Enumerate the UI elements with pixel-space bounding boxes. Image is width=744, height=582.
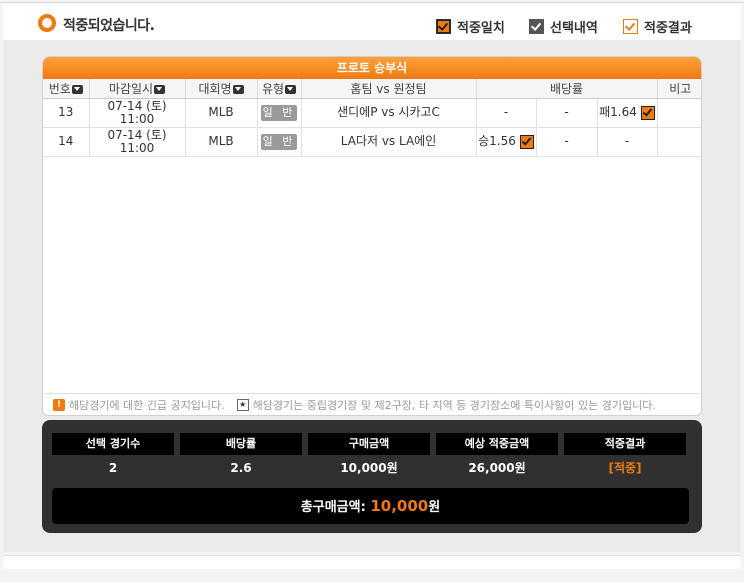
type-badge: 일 반	[261, 133, 297, 150]
summary-expected: 예상 적중금액 26,000원	[436, 433, 558, 481]
table-header-row: 번호 마감일시 대회명 유형 홈팀 vs 원정팀 배당률 비고	[43, 79, 701, 99]
row-type: 일 반	[257, 127, 302, 157]
result-checkbox-icon	[623, 19, 638, 34]
star-icon: ★	[236, 398, 249, 411]
legend-match-label: 적중일치	[457, 21, 505, 36]
legend-result-label: 적중결과	[644, 21, 692, 36]
selected-check-icon	[640, 105, 655, 120]
row-league: MLB	[185, 127, 258, 157]
betting-panel: 프로토 승부식 번호 마감일시 대회명 유형 홈팀 vs 원정팀 배당률 비고 …	[42, 56, 702, 416]
summary-purchase: 구매금액 10,000원	[308, 433, 430, 481]
result-message: 적중되었습니다.	[63, 18, 155, 34]
summary-odds: 배당률 2.6	[180, 433, 302, 481]
table-row: 14 07-14 (토) 11:00 MLB 일 반 LA다저 vs LA에인 승…	[43, 127, 701, 157]
total-label: 총구매금액:	[300, 500, 371, 515]
row-no: 13	[43, 98, 90, 128]
row-league: MLB	[185, 98, 258, 128]
top-divider	[0, 2, 744, 3]
row-teams: 샌디에P vs 시카고C	[301, 98, 477, 128]
legend-selected: 선택내역	[529, 17, 598, 36]
alert-icon: !	[53, 398, 65, 411]
total-purchase: 총구매금액: 10,000원	[52, 488, 689, 524]
row-odd-draw: -	[536, 127, 598, 157]
row-note	[657, 98, 701, 128]
row-deadline: 07-14 (토) 11:00	[89, 98, 186, 128]
panel-title: 프로토 승부식	[43, 57, 701, 79]
notice-bar: ! 해당경기에 대한 긴급 공지입니다. ★ 해당경기는 중립경기장 및 제2구…	[43, 393, 701, 415]
row-odd-win: -	[476, 98, 537, 128]
row-type: 일 반	[257, 98, 302, 128]
row-odd-lose: 패1.64	[597, 98, 658, 128]
row-deadline: 07-14 (토) 11:00	[89, 127, 186, 157]
special-notice-text: 해당경기는 중립경기장 및 제2구장, 타 지역 등 경기장소에 특이사항이 있…	[252, 398, 656, 412]
urgent-notice-text: 해당경기에 대한 긴급 공지입니다.	[69, 398, 225, 412]
selected-checkbox-icon	[529, 19, 544, 34]
row-odd-win: 승1.56	[476, 127, 537, 157]
col-teams: 홈팀 vs 원정팀	[301, 79, 477, 99]
col-note: 비고	[657, 79, 701, 99]
col-league[interactable]: 대회명	[185, 79, 258, 99]
match-checkbox-icon	[436, 19, 451, 34]
summary-count: 선택 경기수 2	[52, 433, 174, 481]
sort-down-icon[interactable]	[285, 84, 297, 94]
col-no[interactable]: 번호	[43, 79, 90, 99]
type-badge: 일 반	[261, 104, 297, 121]
legend-result: 적중결과	[623, 17, 692, 36]
table-row: 13 07-14 (토) 11:00 MLB 일 반 샌디에P vs 시카고C -…	[43, 98, 701, 128]
row-teams: LA다저 vs LA에인	[301, 127, 477, 157]
col-odds: 배당률	[476, 79, 658, 99]
selected-check-icon	[519, 134, 534, 149]
total-unit: 원	[428, 500, 441, 515]
circle-icon	[38, 14, 56, 32]
col-deadline[interactable]: 마감일시	[89, 79, 186, 99]
sort-down-icon[interactable]	[232, 84, 244, 94]
result-header: 적중되었습니다. 적중일치 선택내역 적중결과	[3, 4, 741, 40]
row-odd-lose: -	[597, 127, 658, 157]
summary-result: 적중결과 [적중]	[564, 433, 686, 481]
footer-bar	[3, 555, 741, 569]
row-odd-draw: -	[536, 98, 598, 128]
sort-down-icon[interactable]	[154, 84, 166, 94]
legend-match: 적중일치	[436, 17, 505, 36]
row-note	[657, 127, 701, 157]
sort-down-icon[interactable]	[71, 84, 83, 94]
summary-panel: 선택 경기수 2 배당률 2.6 구매금액 10,000원 예상 적중금액 26…	[42, 420, 702, 533]
legend-selected-label: 선택내역	[550, 21, 598, 36]
row-no: 14	[43, 127, 90, 157]
col-type[interactable]: 유형	[257, 79, 302, 99]
games-table: 번호 마감일시 대회명 유형 홈팀 vs 원정팀 배당률 비고 13 07-14…	[43, 79, 701, 157]
total-amount: 10,000	[370, 497, 429, 515]
